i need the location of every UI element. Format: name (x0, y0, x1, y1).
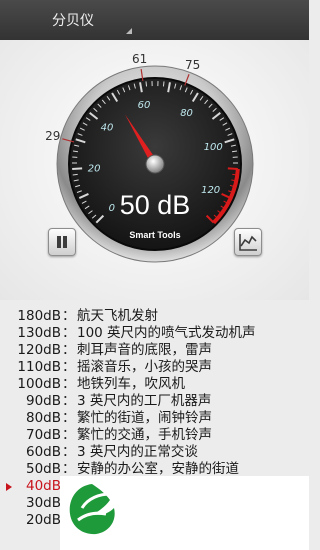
reference-separator: ： (62, 376, 76, 392)
min-level-marker: 29 (45, 129, 60, 143)
brand-label: Smart Tools (129, 230, 180, 240)
gauge-tick (72, 167, 83, 171)
pause-button[interactable] (48, 228, 76, 256)
gauge-tick (72, 173, 78, 176)
reference-row: 130dB： 100 英尺内的喷气式发动机声 (0, 325, 309, 342)
app-title: 分贝仪 (52, 13, 94, 29)
reference-level: 50dB (25, 461, 61, 477)
gauge-scale-label: 80 (180, 108, 193, 119)
reference-level: 100dB (17, 376, 61, 392)
gauge-scale-label: 100 (204, 142, 223, 153)
gauge-tick (227, 167, 238, 171)
reference-row: 70dB：繁忙的交通，手机铃声 (0, 427, 309, 444)
gauge-tick (145, 81, 148, 87)
reference-level: 180dB (17, 308, 61, 324)
reference-separator: ： (62, 410, 76, 426)
reference-separator: ： (62, 359, 76, 375)
reference-row: 180dB：航天飞机发射 (0, 308, 309, 325)
line-chart-icon (239, 234, 257, 251)
reference-level: 90dB (25, 393, 61, 409)
reference-level: 20dB (25, 512, 61, 528)
reference-separator: ： (62, 444, 76, 460)
current-reading: 50 dB (120, 190, 191, 220)
ad-banner[interactable] (60, 476, 309, 550)
reference-description: 地铁列车，吹风机 (77, 376, 185, 392)
gauge-tick (162, 81, 165, 87)
title-bar: 分贝仪 (0, 0, 309, 41)
reference-description: 刺耳声音的底限，雷声 (77, 342, 212, 358)
max-level-marker: 75 (185, 58, 200, 72)
reference-separator: ： (62, 393, 76, 409)
gauge-scale-label: 40 (101, 122, 114, 133)
reference-description: 3 英尺内的正常交谈 (77, 444, 198, 460)
reference-separator: ： (62, 325, 76, 341)
meter-panel: 0 20 40 60 80 100 120 29 61 75 50 dB Smart Tools (0, 40, 309, 300)
green-leaf-logo-icon (69, 484, 115, 535)
reference-separator: ： (62, 342, 76, 358)
reference-level: 30dB (25, 495, 61, 511)
reference-level: 60dB (25, 444, 61, 460)
needle-cap (145, 154, 165, 174)
reference-level: 40dB (25, 478, 61, 494)
reference-level: 80dB (25, 410, 61, 426)
pause-icon (57, 236, 61, 248)
reference-level: 70dB (25, 427, 61, 443)
menu-indicator-icon[interactable] (126, 28, 132, 34)
reference-description: 繁忙的街道，闹钟铃声 (77, 410, 212, 426)
reference-separator: ： (62, 308, 76, 324)
reference-row: 100dB：地铁列车，吹风机 (0, 376, 309, 393)
reference-level: 120dB (17, 342, 61, 358)
avg-level-marker: 61 (132, 52, 147, 66)
reference-row: 90dB： 3 英尺内的工厂机器声 (0, 393, 309, 410)
gauge-scale-label: 20 (88, 164, 101, 175)
reference-row: 110dB：摇滚音乐，小孩的哭声 (0, 359, 309, 376)
reference-row: 80dB：繁忙的街道，闹钟铃声 (0, 410, 309, 427)
gauge-scale-label: 120 (201, 185, 220, 196)
chart-button[interactable] (234, 228, 262, 256)
reference-row: 60dB： 3 英尺内的正常交谈 (0, 444, 309, 461)
reference-level: 130dB (17, 325, 61, 341)
reference-description: 繁忙的交通，手机铃声 (77, 427, 212, 443)
decibel-gauge: 0 20 40 60 80 100 120 29 61 75 50 dB Smart Tools (45, 52, 254, 263)
reference-description: 100 英尺内的喷气式发动机声 (77, 325, 256, 341)
reference-row: 120dB：刺耳声音的底限，雷声 (0, 342, 309, 359)
reference-description: 航天飞机发射 (77, 308, 158, 324)
reference-description: 3 英尺内的工厂机器声 (77, 393, 212, 409)
reference-description: 摇滚音乐，小孩的哭声 (77, 359, 212, 375)
reference-separator: ： (62, 427, 76, 443)
gauge-scale-label: 0 (109, 203, 115, 214)
reference-level: 110dB (17, 359, 61, 375)
gauge-scale-label: 60 (138, 100, 151, 111)
